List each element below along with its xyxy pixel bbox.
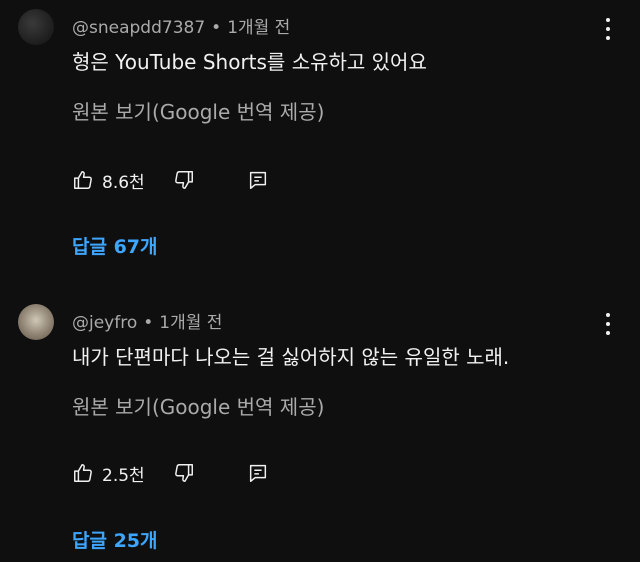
avatar[interactable] bbox=[18, 304, 54, 340]
comment-username[interactable]: @sneapdd7387 bbox=[72, 18, 205, 38]
view-original-link[interactable]: 원본 보기(Google 번역 제공) bbox=[72, 391, 324, 420]
reply-icon[interactable] bbox=[247, 169, 269, 191]
comment-actions: 8.6천 bbox=[72, 166, 269, 194]
comment-meta: @sneapdd7387 • 1개월 전 bbox=[72, 13, 290, 38]
thumbs-up-icon[interactable] bbox=[72, 462, 94, 484]
comment-time[interactable]: 1개월 전 bbox=[159, 313, 222, 333]
comment-time[interactable]: 1개월 전 bbox=[227, 18, 290, 38]
view-original-link[interactable]: 원본 보기(Google 번역 제공) bbox=[72, 96, 324, 125]
thumbs-down-icon[interactable] bbox=[173, 462, 195, 484]
thumbs-up-icon[interactable] bbox=[72, 169, 94, 191]
comment-username[interactable]: @jeyfro bbox=[72, 313, 137, 333]
comment-text: 내가 단편마다 나오는 걸 싫어하지 않는 유일한 노래. bbox=[72, 345, 510, 369]
more-vert-icon[interactable] bbox=[602, 313, 614, 335]
thumbs-down-icon[interactable] bbox=[173, 169, 195, 191]
avatar[interactable] bbox=[18, 9, 54, 45]
meta-separator: • bbox=[143, 313, 154, 333]
meta-separator: • bbox=[211, 18, 222, 38]
comment-text: 형은 YouTube Shorts를 소유하고 있어요 bbox=[72, 50, 427, 74]
reply-icon[interactable] bbox=[247, 462, 269, 484]
like-count: 8.6천 bbox=[102, 172, 145, 193]
like-count: 2.5천 bbox=[102, 465, 145, 486]
comment-meta: @jeyfro • 1개월 전 bbox=[72, 308, 222, 333]
comment-actions: 2.5천 bbox=[72, 459, 269, 487]
view-replies-button[interactable]: 답글 25개 bbox=[72, 526, 158, 553]
more-vert-icon[interactable] bbox=[602, 18, 614, 40]
view-replies-button[interactable]: 답글 67개 bbox=[72, 232, 158, 259]
